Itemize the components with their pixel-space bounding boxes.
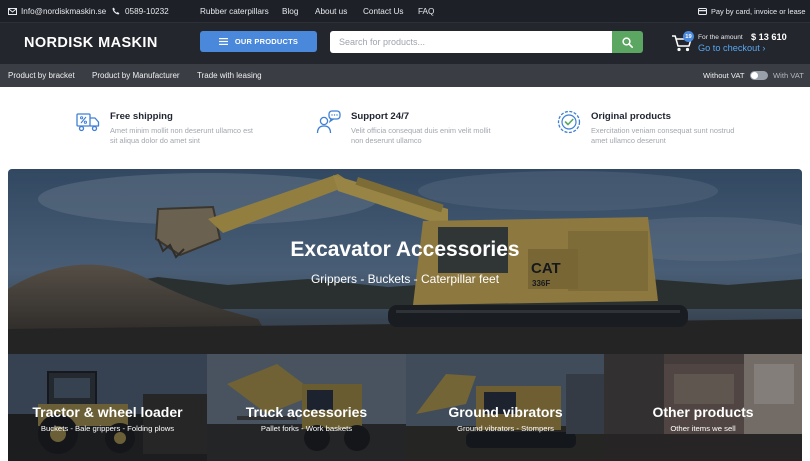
tile-title: Truck accessories [245, 404, 368, 420]
cart-count-badge: 19 [683, 31, 694, 42]
category-tile-ground-vibrators[interactable]: Ground vibrators Ground vibrators - Stom… [406, 354, 605, 461]
category-tile-tractor[interactable]: Tractor & wheel loader Buckets - Bale gr… [8, 354, 207, 461]
site-logo[interactable]: NORDISK MASKIN [24, 35, 158, 51]
top-link-rubber-caterpillars[interactable]: Rubber caterpillars [200, 0, 269, 22]
top-link-blog[interactable]: Blog [282, 0, 298, 22]
tile-subtitle: Ground vibrators - Stompers [457, 424, 554, 433]
feature-title: Original products [591, 111, 671, 122]
phone-text: 0589-10232 [125, 6, 169, 16]
tile-title: Other products [652, 404, 754, 420]
mail-icon [8, 7, 17, 15]
category-tile-truck-accessories[interactable]: Truck accessories Pallet forks - Work ba… [207, 354, 406, 461]
tile-title: Ground vibrators [448, 404, 563, 420]
top-link-faq[interactable]: FAQ [418, 0, 434, 22]
vat-toggle[interactable] [750, 71, 768, 80]
payment-info: Pay by card, invoice or lease [698, 0, 805, 22]
feature-title: Free shipping [110, 111, 173, 122]
cart-amount-label: For the amount [698, 34, 743, 41]
phone-link[interactable]: 0589-10232 [112, 0, 169, 22]
vat-off-label: Without VAT [703, 71, 745, 80]
payment-text: Pay by card, invoice or lease [711, 6, 806, 16]
tile-subtitle: Other items we sell [670, 424, 736, 433]
nav-item-product-by-manufacturer[interactable]: Product by Manufacturer [92, 64, 180, 87]
nav-item-product-by-bracket[interactable]: Product by bracket [8, 64, 75, 87]
our-products-label: OUR PRODUCTS [234, 37, 299, 46]
search-button[interactable] [612, 31, 643, 53]
phone-icon [112, 7, 120, 15]
cart-amount: $ 13 610 [751, 32, 787, 42]
card-icon [698, 7, 707, 15]
vat-toggle-knob [751, 72, 758, 79]
support-chat-icon [316, 110, 341, 134]
our-products-button[interactable]: OUR PRODUCTS [200, 31, 317, 52]
checkout-link[interactable]: Go to checkout › [698, 43, 765, 53]
top-link-about-us[interactable]: About us [315, 0, 347, 22]
hero-title: Excavator Accessories [290, 238, 520, 261]
top-bar: Info@nordiskmaskin.se 0589-10232 Rubber … [0, 0, 810, 22]
search-icon [622, 36, 633, 48]
email-link[interactable]: Info@nordiskmaskin.se [8, 0, 106, 22]
hero-banner[interactable]: CAT 336F Excavator Accessories Grippers … [8, 169, 802, 354]
truck-percent-icon [76, 113, 100, 132]
tile-subtitle: Buckets - Bale grippers - Folding plows [40, 424, 175, 433]
tile-title: Tractor & wheel loader [32, 404, 183, 420]
menu-icon [218, 38, 228, 45]
feature-title: Support 24/7 [351, 111, 410, 122]
email-text: Info@nordiskmaskin.se [21, 6, 107, 16]
quality-badge-icon [557, 110, 581, 134]
category-nav: Product by bracket Product by Manufactur… [0, 64, 810, 87]
hero-subtitle: Grippers - Buckets - Caterpillar feet [310, 272, 500, 286]
main-header: NORDISK MASKIN OUR PRODUCTS 19 For the a… [0, 22, 810, 64]
tile-subtitle: Pallet forks - Work baskets [260, 424, 353, 433]
feature-description: Amet minim mollit non deserunt ullamco e… [110, 126, 253, 145]
nav-item-trade-with-leasing[interactable]: Trade with leasing [197, 64, 262, 87]
feature-description: Velit officia consequat duis enim velit … [351, 126, 491, 145]
category-tile-other-products[interactable]: Other products Other items we sell [604, 354, 802, 461]
top-link-contact-us[interactable]: Contact Us [363, 0, 404, 22]
search-input[interactable] [330, 31, 612, 53]
feature-description: Exercitation veniam consequat sunt nostr… [591, 126, 735, 145]
vat-on-label: With VAT [773, 71, 804, 80]
